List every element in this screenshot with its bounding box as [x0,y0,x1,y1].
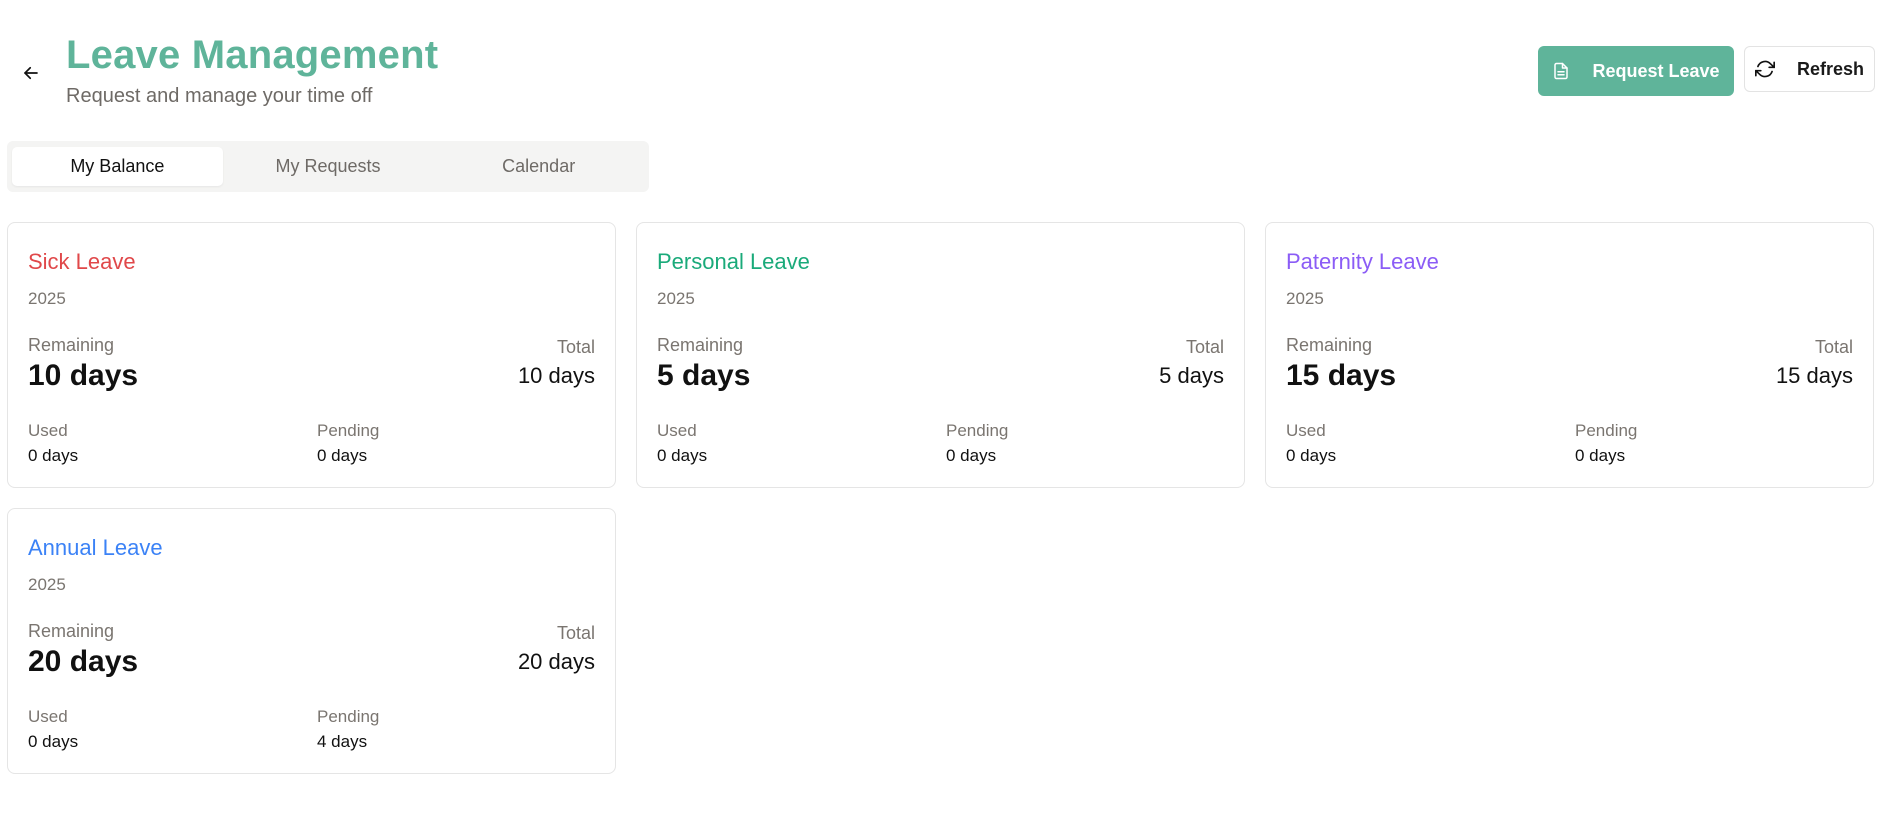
tab-my-balance[interactable]: My Balance [12,147,223,186]
leave-card-personal: Personal Leave 2025 Remaining 5 days Tot… [636,222,1245,488]
tab-calendar[interactable]: Calendar [433,147,644,186]
remaining-value: 20 days [28,645,139,678]
used-value: 0 days [28,446,79,465]
arrow-left-icon [24,66,38,80]
card-title: Sick Leave [28,249,136,274]
remaining-label: Remaining [657,335,744,355]
remaining-value: 15 days [1286,359,1397,392]
pending-value: 0 days [1575,446,1626,465]
remaining-label: Remaining [28,335,115,355]
pending-value: 0 days [946,446,997,465]
total-value: 20 days [517,649,595,674]
remaining-label: Remaining [28,621,115,641]
card-year: 2025 [28,289,66,308]
total-value: 5 days [1159,363,1224,388]
pending-label: Pending [317,707,380,726]
leave-card-annual: Annual Leave 2025 Remaining 20 days Tota… [7,508,616,774]
refresh-label: Refresh [1796,58,1865,79]
remaining-value: 10 days [28,359,139,392]
card-title: Annual Leave [28,535,163,560]
used-label: Used [1286,421,1326,440]
used-label: Used [28,707,68,726]
pending-label: Pending [317,421,380,440]
remaining-value: 5 days [657,359,751,392]
request-leave-label: Request Leave [1592,60,1720,81]
request-leave-button[interactable]: Request Leave [1538,46,1734,96]
card-year: 2025 [657,289,695,308]
pending-label: Pending [946,421,1009,440]
remaining-label: Remaining [1286,335,1373,355]
leave-management-page: Leave Management Request and manage your… [0,0,1885,822]
used-value: 0 days [1286,446,1337,465]
tab-bar: My Balance My Requests Calendar [7,141,649,192]
card-year: 2025 [28,575,66,594]
pending-value: 4 days [317,732,368,751]
used-label: Used [657,421,697,440]
used-label: Used [28,421,68,440]
page-subtitle: Request and manage your time off [66,85,373,107]
back-button[interactable] [18,60,44,86]
tab-my-requests[interactable]: My Requests [223,147,434,186]
card-title: Paternity Leave [1286,249,1439,274]
leave-card-paternity: Paternity Leave 2025 Remaining 15 days T… [1265,222,1874,488]
card-title: Personal Leave [657,249,810,274]
page-title: Leave Management [66,33,439,77]
pending-value: 0 days [317,446,368,465]
total-label: Total [556,337,595,357]
refresh-button[interactable]: Refresh [1744,46,1875,92]
total-label: Total [556,623,595,643]
leave-card-sick: Sick Leave 2025 Remaining 10 days Total … [7,222,616,488]
total-value: 15 days [1775,363,1853,388]
total-label: Total [1185,337,1224,357]
card-year: 2025 [1286,289,1324,308]
used-value: 0 days [657,446,708,465]
refresh-icon [1754,60,1775,78]
pending-label: Pending [1575,421,1638,440]
document-icon [1554,62,1569,80]
total-value: 10 days [517,363,595,388]
total-label: Total [1814,337,1853,357]
used-value: 0 days [28,732,79,751]
